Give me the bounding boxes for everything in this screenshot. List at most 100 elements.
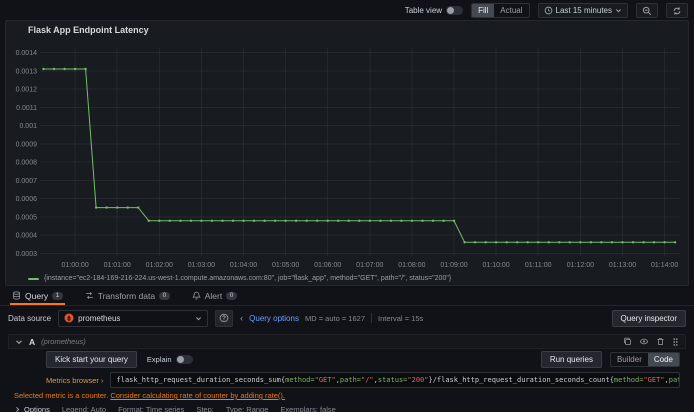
x-tick-label: 01:09:00	[440, 262, 467, 269]
trash-icon[interactable]	[656, 337, 665, 346]
y-tick-label: 0.0005	[16, 214, 38, 221]
y-tick-label: 0.0013	[16, 68, 38, 75]
tab-alert-label: Alert	[204, 290, 223, 301]
query-expression[interactable]: flask_http_request_duration_seconds_sum{…	[109, 372, 680, 388]
query-options-row[interactable]: Options Legend: Auto Format: Time series S…	[8, 401, 686, 412]
drag-handle-icon[interactable]	[672, 337, 679, 347]
expr-token: flask_http_request_duration_seconds_sum	[116, 376, 281, 384]
refresh-button[interactable]	[666, 3, 688, 18]
data-point	[52, 67, 56, 71]
actual-button[interactable]: Actual	[494, 4, 528, 17]
panel-toolbar: Table view Fill Actual Last 15 minutes	[0, 0, 694, 18]
max-data-points-summary: MD = auto = 1627	[304, 313, 365, 323]
run-queries-button[interactable]: Run queries	[540, 351, 602, 368]
data-point	[389, 219, 393, 222]
query-toolbar: Kick start your query Explain Run querie…	[8, 349, 686, 370]
warning-rate-link[interactable]: Consider calculating rate of counter by …	[110, 391, 285, 400]
builder-button[interactable]: Builder	[611, 353, 648, 366]
explain-toggle[interactable]	[175, 355, 193, 364]
tab-query[interactable]: Query 1	[10, 286, 65, 305]
data-point	[189, 219, 193, 222]
data-point	[210, 219, 214, 222]
x-tick-label: 01:02:00	[146, 262, 173, 269]
query-options-toggle[interactable]: ‹ Query options MD = auto = 1627 Interva…	[240, 313, 423, 323]
data-point	[42, 67, 45, 71]
eye-icon[interactable]	[639, 337, 649, 346]
tab-transform[interactable]: Transform data 0	[83, 286, 172, 305]
zoom-out-button[interactable]	[636, 3, 658, 18]
expr-token: path=	[339, 376, 361, 384]
query-row-header[interactable]: A (prometheus)	[8, 334, 686, 349]
data-point	[452, 219, 456, 222]
datasource-help-button[interactable]	[215, 309, 234, 327]
expr-token: flask_http_request_duration_seconds_coun…	[436, 376, 610, 384]
explain-group: Explain	[147, 355, 193, 364]
tab-alert-count: 0	[226, 291, 237, 300]
x-tick-label: 01:06:00	[314, 262, 341, 269]
data-point	[273, 219, 277, 222]
builder-code-segmented: Builder Code	[609, 352, 680, 367]
option-summary-item: Type: Range	[225, 405, 269, 412]
data-point	[526, 241, 529, 244]
code-button[interactable]: Code	[647, 353, 679, 366]
clock-icon	[544, 6, 553, 15]
panel-title: Flask App Endpoint Latency	[28, 25, 149, 35]
metrics-browser-button[interactable]: Metrics browser ›	[46, 376, 104, 385]
expression-row: Metrics browser › flask_http_request_dur…	[46, 371, 680, 389]
data-point	[84, 67, 87, 71]
table-view-toggle[interactable]	[446, 6, 464, 15]
data-point	[610, 241, 614, 244]
data-point	[568, 241, 571, 244]
y-tick-label: 0.0007	[16, 178, 38, 185]
data-point	[673, 241, 677, 244]
data-point	[400, 219, 403, 222]
tab-alert[interactable]: Alert 0	[190, 286, 239, 305]
x-tick-label: 01:14:00	[651, 262, 678, 269]
tab-query-label: Query	[25, 290, 49, 301]
y-tick-label: 0.0004	[16, 233, 38, 240]
data-point	[547, 241, 550, 244]
fill-actual-segmented: Fill Actual	[471, 3, 530, 18]
datasource-value: prometheus	[78, 313, 121, 323]
datasource-picker[interactable]: prometheus	[58, 309, 209, 327]
query-inspector-button[interactable]: Query inspector	[611, 309, 686, 327]
y-tick-label: 0.0011	[16, 105, 37, 112]
chevron-down-icon[interactable]	[15, 338, 23, 346]
expr-token: status=	[377, 376, 408, 384]
data-point	[537, 241, 540, 244]
datasource-row: Data source prometheus ‹ Query options M…	[0, 306, 694, 330]
data-point	[579, 241, 582, 244]
expr-token: "/"	[361, 376, 374, 384]
option-summary-item: Exemplars: false	[280, 405, 336, 412]
kick-start-button[interactable]: Kick start your query	[46, 351, 137, 368]
latency-chart[interactable]: 0.0014 0.0013 0.0012 0.0011 0.001 0.0009 0.000…	[12, 40, 684, 272]
editor-tabs: Query 1 Transform data 0 Alert 0	[0, 286, 694, 306]
data-point	[326, 219, 329, 222]
data-point	[431, 219, 435, 222]
data-point	[231, 219, 235, 222]
copy-icon[interactable]	[623, 337, 632, 346]
data-point	[421, 219, 424, 222]
data-point	[600, 241, 603, 244]
data-point	[358, 219, 361, 222]
expr-token: "200"	[407, 376, 429, 384]
fill-button[interactable]: Fill	[472, 4, 495, 17]
data-point	[305, 219, 308, 222]
help-icon	[219, 313, 229, 323]
data-point	[484, 241, 487, 244]
time-range-picker[interactable]: Last 15 minutes	[537, 3, 628, 18]
option-summary-item: Step:	[196, 405, 214, 412]
x-tick-label: 01:04:00	[230, 262, 257, 269]
refresh-icon	[672, 6, 682, 16]
counter-warning: Selected metric is a counter. Consider c…	[8, 389, 686, 401]
toggle-knob	[447, 7, 455, 14]
chart-legend: {instance="ec2-184-169-216-224.us-west-1…	[12, 272, 682, 285]
legend-series-label[interactable]: {instance="ec2-184-169-216-224.us-west-1…	[44, 275, 451, 282]
data-point	[242, 219, 245, 222]
data-point	[631, 241, 635, 244]
expr-token: "GET"	[643, 376, 665, 384]
y-tick-label: 0.0012	[16, 87, 38, 94]
prometheus-icon	[64, 313, 74, 323]
data-point	[200, 219, 203, 222]
data-point	[337, 219, 340, 222]
